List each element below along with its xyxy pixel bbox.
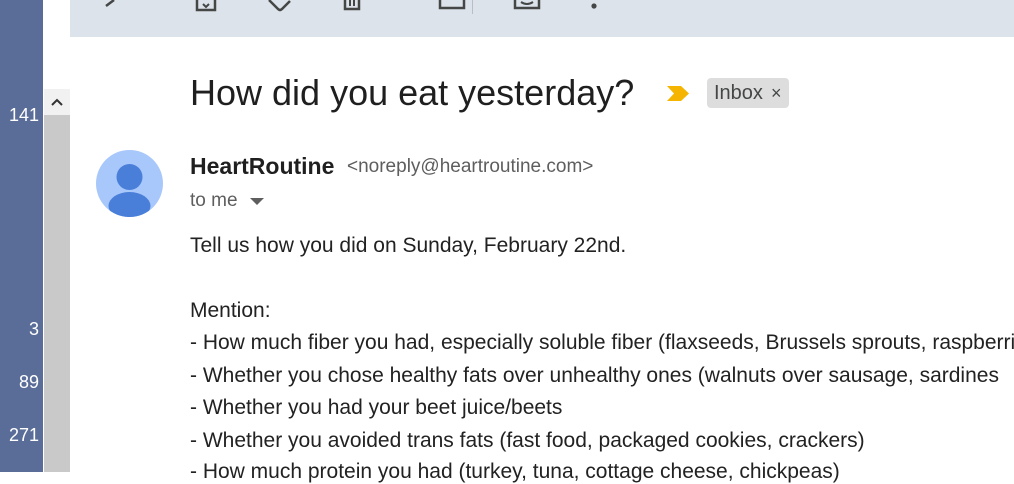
toolbar-divider [472, 0, 473, 14]
recipient-label: to me [190, 190, 238, 211]
scrollbar-track[interactable] [44, 89, 70, 472]
important-marker-icon[interactable] [666, 85, 690, 102]
email-body-line: - Whether you avoided trans fats (fast f… [190, 429, 865, 452]
archive-icon[interactable] [194, 0, 218, 12]
inbox-label-chip: Inbox × [707, 78, 790, 108]
email-body-line: Mention: [190, 299, 271, 322]
email-body-line: Tell us how you did on Sunday, February … [190, 234, 627, 257]
mail-icon[interactable] [438, 0, 466, 12]
sender-name: HeartRoutine [190, 153, 335, 179]
person-icon [108, 164, 151, 217]
remove-label-button[interactable]: × [771, 83, 782, 104]
label-text: Inbox [714, 81, 763, 104]
recipient-details-toggle[interactable]: to me [190, 190, 264, 212]
email-subject: How did you eat yesterday? [190, 72, 635, 113]
scroll-up-button[interactable] [44, 89, 70, 115]
email-body-line: - Whether you chose healthy fats over un… [190, 364, 999, 387]
email-body-line: - How much fiber you had, especially sol… [190, 331, 1014, 354]
folder-count[interactable]: 89 [19, 372, 39, 393]
avatar[interactable] [96, 150, 163, 217]
sidebar: 141 3 89 271 [0, 0, 70, 472]
delete-icon[interactable] [342, 0, 362, 12]
back-arrow-icon[interactable] [100, 0, 122, 12]
label-icon[interactable] [266, 0, 294, 12]
sidebar-folder-list: 141 3 89 271 [0, 0, 43, 472]
chevron-down-icon [249, 197, 264, 205]
more-vert-icon[interactable] [590, 0, 598, 12]
email-body-line: - Whether you had your beet juice/beets [190, 396, 563, 419]
folder-count[interactable]: 141 [9, 105, 39, 126]
message-toolbar [70, 0, 1014, 37]
sender-email: <noreply@heartroutine.com> [347, 156, 594, 177]
chevron-up-icon [51, 98, 63, 106]
folder-count[interactable]: 3 [29, 319, 39, 340]
snooze-icon[interactable] [513, 0, 541, 12]
folder-count[interactable]: 271 [9, 425, 39, 446]
email-body-line: - How much protein you had (turkey, tuna… [190, 460, 840, 483]
